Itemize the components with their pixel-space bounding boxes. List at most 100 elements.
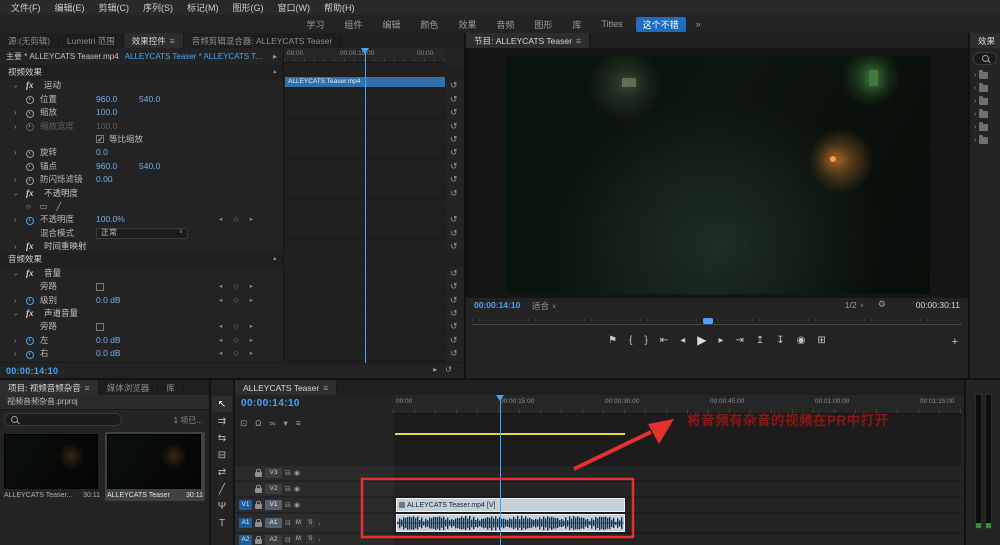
track-lock-icon[interactable] xyxy=(255,522,262,527)
reset-param-icon[interactable]: ↺ xyxy=(450,106,458,119)
go-to-in-button[interactable]: ⇤ xyxy=(660,335,668,346)
param-value[interactable]: 0.0 dB xyxy=(96,294,121,307)
sync-lock-icon[interactable]: ⊟ xyxy=(285,519,291,527)
source-patch-badge[interactable]: A1 xyxy=(239,518,252,528)
project-file-breadcrumb[interactable]: 视频音频杂音.prproj xyxy=(0,395,209,410)
sync-lock-icon[interactable]: ⊟ xyxy=(285,501,291,509)
add-marker-button[interactable]: ⚑ xyxy=(608,335,617,346)
menu-item[interactable]: 文件(F) xyxy=(4,1,48,14)
master-clip-label[interactable]: 主要 * ALLEYCATS Teaser.mp4 xyxy=(6,51,119,62)
param-value[interactable]: 540.0 xyxy=(139,160,160,173)
workspace-tab[interactable]: Titles xyxy=(594,18,629,30)
prev-keyframe-icon[interactable]: ◂ xyxy=(219,280,222,293)
ripple-edit-tool[interactable]: ⇆ xyxy=(212,430,232,446)
twirl-icon[interactable]: › xyxy=(14,146,17,159)
reset-param-icon[interactable]: ↺ xyxy=(450,133,458,146)
param-checkbox[interactable] xyxy=(96,323,104,331)
mark-in-button[interactable]: { xyxy=(629,335,632,346)
bin-video-transitions[interactable]: › xyxy=(970,134,1000,147)
add-keyframe-icon[interactable]: ◇ xyxy=(234,294,239,307)
param-value[interactable]: 960.0 xyxy=(96,160,117,173)
bin-audio-effects[interactable]: › xyxy=(970,95,1000,108)
V3[interactable]: V3 ⊟ ◉ xyxy=(235,466,393,480)
timeline-settings-icon[interactable]: ≡ xyxy=(296,418,301,429)
program-scrubber[interactable] xyxy=(472,316,962,328)
ellipse-mask-icon[interactable]: ○ xyxy=(26,200,31,213)
mark-out-button[interactable]: } xyxy=(644,335,647,346)
insert-overwrite-icon[interactable]: ⊡ xyxy=(240,418,247,429)
track-select-tool[interactable]: ⇉ xyxy=(212,413,232,429)
add-keyframe-icon[interactable]: ◇ xyxy=(234,213,239,226)
toggle-effects-icon[interactable]: ↺ xyxy=(445,365,452,374)
chevron-right-icon[interactable]: › xyxy=(974,98,976,105)
collapse-section-icon[interactable]: ▲ xyxy=(272,66,277,79)
reset-param-icon[interactable]: ↺ xyxy=(450,347,458,360)
param-checkbox[interactable] xyxy=(96,135,104,143)
param-value[interactable]: 0.00 xyxy=(96,173,113,186)
twirl-icon[interactable]: › xyxy=(14,347,17,360)
twirl-icon[interactable]: › xyxy=(9,193,22,196)
next-keyframe-icon[interactable]: ▸ xyxy=(250,213,253,226)
clip-name[interactable]: ALLEYCATS Teaser... xyxy=(4,492,72,499)
track-output-eye-icon[interactable]: ◉ xyxy=(294,469,300,477)
next-keyframe-icon[interactable]: ▸ xyxy=(250,320,253,333)
bin-video-effects[interactable]: › xyxy=(970,121,1000,134)
track-name-badge[interactable]: A1 xyxy=(265,518,282,528)
track-lock-icon[interactable] xyxy=(255,472,262,477)
hand-tool[interactable]: Ψ xyxy=(212,498,232,514)
blend-mode-select[interactable]: 正常∨ xyxy=(96,228,188,239)
solo-button[interactable]: S xyxy=(306,519,315,528)
reset-param-icon[interactable]: ↺ xyxy=(450,267,458,280)
timeline-playhead[interactable] xyxy=(500,395,501,545)
reset-param-icon[interactable]: ↺ xyxy=(450,294,458,307)
prev-keyframe-icon[interactable]: ◂ xyxy=(219,294,222,307)
collapse-section-icon[interactable]: ▲ xyxy=(272,253,277,266)
effects-search-input[interactable] xyxy=(973,52,997,65)
workspace-tab[interactable]: 学习 xyxy=(299,17,331,32)
workspace-tab[interactable]: 库 xyxy=(565,17,588,32)
panel-tab[interactable]: Lumetri 范围 ≡ xyxy=(59,33,124,48)
pen-mask-icon[interactable]: ╱ xyxy=(56,200,61,213)
reset-param-icon[interactable]: ↺ xyxy=(450,227,458,240)
go-to-out-button[interactable]: ⇥ xyxy=(736,335,744,346)
reset-param-icon[interactable]: ↺ xyxy=(450,93,458,106)
chevron-right-icon[interactable]: › xyxy=(974,137,976,144)
reset-param-icon[interactable]: ↺ xyxy=(450,187,458,200)
workspace-tab[interactable]: 这个不错 xyxy=(636,17,686,32)
V1[interactable]: V1 V1 ⊟ ◉ xyxy=(235,498,393,512)
twirl-icon[interactable]: › xyxy=(14,334,17,347)
type-tool[interactable]: T xyxy=(212,515,232,531)
slip-tool[interactable]: ⇄ xyxy=(212,464,232,480)
mute-button[interactable]: M xyxy=(294,535,303,544)
menu-item[interactable]: 图形(G) xyxy=(226,1,271,14)
add-marker-icon[interactable]: ▾ xyxy=(284,418,288,429)
prev-keyframe-icon[interactable]: ◂ xyxy=(219,347,222,360)
next-keyframe-icon[interactable]: ▸ xyxy=(250,347,253,360)
chevron-right-icon[interactable]: › xyxy=(974,111,976,118)
workspace-tab[interactable]: 图形 xyxy=(527,17,559,32)
chevron-right-icon[interactable]: › xyxy=(974,124,976,131)
stopwatch-icon[interactable] xyxy=(26,351,34,359)
timeline-video-clip[interactable]: ALLEYCATS Teaser.mp4 [V] xyxy=(396,498,625,512)
sequence-tab[interactable]: ALLEYCATS Teaser ≡ xyxy=(235,380,337,395)
menu-item[interactable]: 标记(M) xyxy=(180,1,226,14)
param-value[interactable]: 0.0 dB xyxy=(96,334,121,347)
panel-menu-icon[interactable]: ≡ xyxy=(85,383,90,393)
sequence-clip-label[interactable]: ALLEYCATS Teaser * ALLEYCATS Teaser.mp4 xyxy=(125,52,267,61)
workspace-tab[interactable]: 组件 xyxy=(337,17,369,32)
playback-resolution-select[interactable]: 1/2∨ xyxy=(845,300,864,310)
menu-item[interactable]: 序列(S) xyxy=(136,1,180,14)
menu-item[interactable]: 编辑(E) xyxy=(48,1,92,14)
track-name-badge[interactable]: V2 xyxy=(265,484,282,494)
effects-tab[interactable]: 效果 xyxy=(970,33,1000,48)
workspace-tab[interactable]: 音频 xyxy=(489,17,521,32)
reset-param-icon[interactable]: ↺ xyxy=(450,79,458,92)
sync-lock-icon[interactable]: ⊟ xyxy=(285,485,291,493)
reset-param-icon[interactable]: ↺ xyxy=(450,240,458,253)
panel-menu-icon[interactable]: ≡ xyxy=(576,36,581,46)
reset-param-icon[interactable]: ↺ xyxy=(450,307,458,320)
reset-param-icon[interactable]: ↺ xyxy=(450,160,458,173)
lift-button[interactable]: ↥ xyxy=(756,335,764,346)
bin-presets[interactable]: › xyxy=(970,69,1000,82)
mute-button[interactable]: M xyxy=(294,519,303,528)
